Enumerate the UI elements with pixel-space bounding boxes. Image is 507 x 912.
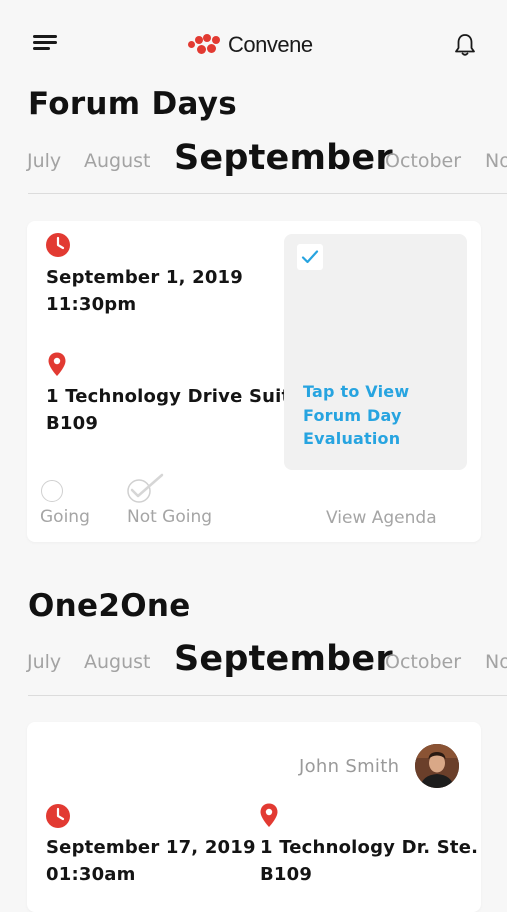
evaluation-text-line1: Tap to View bbox=[303, 382, 410, 401]
logo-text: Convene bbox=[228, 32, 313, 57]
month-divider bbox=[28, 193, 507, 194]
forum-days-title: Forum Days bbox=[28, 86, 238, 122]
map-pin-icon bbox=[260, 803, 278, 827]
one2one-month-selector: July August September October No bbox=[0, 641, 507, 685]
event-address: 1 Technology Drive Suite B109 bbox=[46, 383, 303, 437]
month-july[interactable]: July bbox=[27, 651, 61, 673]
app-logo: Convene bbox=[188, 30, 313, 60]
meeting-date: September 17, 2019 bbox=[46, 837, 256, 858]
month-july[interactable]: July bbox=[27, 150, 61, 172]
avatar[interactable] bbox=[415, 744, 459, 788]
meeting-address: 1 Technology Dr. Ste. B109 bbox=[260, 834, 478, 888]
month-october[interactable]: October bbox=[385, 651, 461, 673]
month-august[interactable]: August bbox=[84, 150, 151, 172]
bell-icon[interactable] bbox=[452, 32, 478, 58]
checkmark-icon bbox=[301, 250, 319, 264]
month-november-partial[interactable]: No bbox=[485, 150, 507, 172]
event-time: 11:30pm bbox=[46, 294, 137, 315]
month-divider bbox=[28, 695, 507, 696]
clock-icon bbox=[46, 804, 70, 828]
view-agenda-link[interactable]: View Agenda bbox=[326, 508, 437, 528]
meeting-time: 01:30am bbox=[46, 864, 136, 885]
meeting-datetime: September 17, 2019 01:30am bbox=[46, 834, 256, 888]
one2one-card: John Smith September 17, 2019 01:30am 1 … bbox=[27, 722, 481, 912]
not-going-label[interactable]: Not Going bbox=[127, 507, 212, 527]
going-radio[interactable] bbox=[41, 480, 63, 502]
event-date: September 1, 2019 bbox=[46, 267, 243, 288]
evaluation-link[interactable]: Tap to View Forum Day Evaluation bbox=[303, 380, 409, 451]
month-november-partial[interactable]: No bbox=[485, 651, 507, 673]
meeting-address-line1: 1 Technology Dr. Ste. bbox=[260, 837, 479, 858]
month-august[interactable]: August bbox=[84, 651, 151, 673]
evaluation-text-line2: Forum Day bbox=[303, 405, 402, 425]
meeting-address-line2: B109 bbox=[260, 864, 313, 885]
map-pin-icon bbox=[48, 352, 66, 376]
forum-day-card: September 1, 2019 11:30pm 1 Technology D… bbox=[27, 221, 481, 542]
convene-logo-mark-icon bbox=[188, 33, 224, 57]
person-name: John Smith bbox=[299, 756, 400, 777]
month-october[interactable]: October bbox=[385, 150, 461, 172]
one2one-title: One2One bbox=[28, 588, 191, 624]
event-datetime: September 1, 2019 11:30pm bbox=[46, 264, 243, 318]
menu-icon[interactable] bbox=[33, 35, 57, 51]
event-address-line1: 1 Technology Drive Suite bbox=[46, 386, 303, 407]
forum-days-month-selector: July August September October No bbox=[0, 140, 507, 184]
not-going-check-icon[interactable] bbox=[126, 472, 166, 506]
going-label[interactable]: Going bbox=[40, 507, 90, 527]
evaluation-text-line3: Evaluation bbox=[303, 429, 401, 448]
month-september-active[interactable]: September bbox=[174, 641, 393, 679]
clock-icon bbox=[46, 233, 70, 257]
evaluation-checkbox bbox=[297, 244, 323, 270]
month-september-active[interactable]: September bbox=[174, 140, 393, 178]
event-address-line2: B109 bbox=[46, 413, 99, 434]
evaluation-tile[interactable]: Tap to View Forum Day Evaluation bbox=[284, 234, 467, 470]
avatar-photo bbox=[415, 744, 459, 788]
